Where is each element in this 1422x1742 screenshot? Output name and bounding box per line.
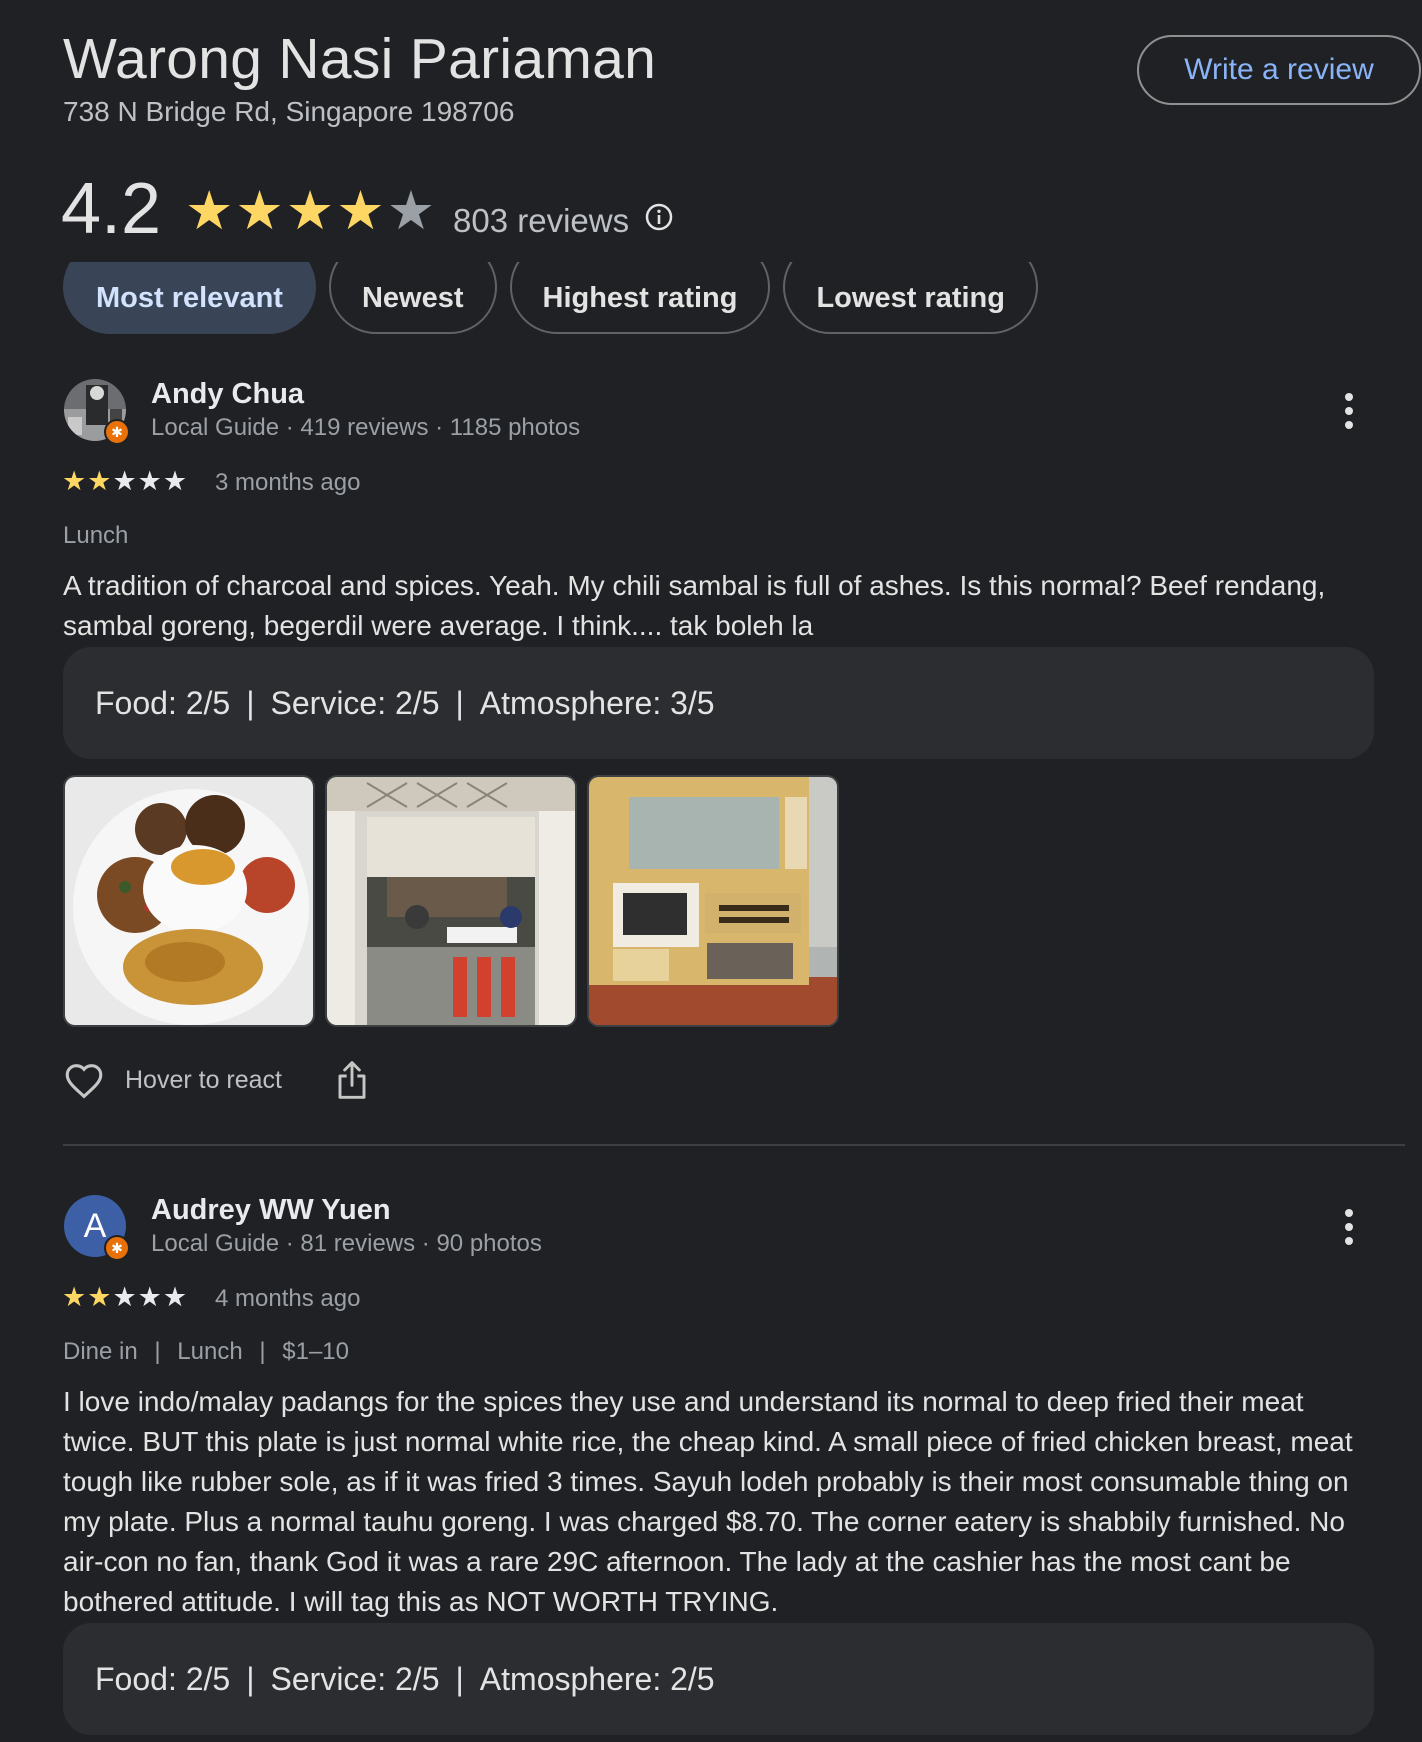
place-title: Warong Nasi Pariaman [63,27,657,91]
local-guide-badge-icon: ✱ [104,1235,130,1261]
chip-newest[interactable]: Newest [328,262,497,334]
service-rating: Service: 2/5 [270,684,440,721]
local-guide-badge-icon: ✱ [104,419,130,445]
heart-icon [65,1064,103,1099]
star-empty-icon: ★ [112,1282,137,1312]
share-icon[interactable] [336,1059,368,1101]
review-photo-food[interactable] [63,775,315,1027]
review-stars: ★ ★ ★ ★ ★ [62,468,187,495]
food-rating: Food: 2/5 [95,1660,231,1697]
separator: | [246,1660,255,1697]
avatar-letter: A [83,1206,107,1245]
separator: | [455,1660,464,1697]
review-text: A tradition of charcoal and spices. Yeah… [63,570,1326,641]
average-rating-stars: ★ ★ ★ ★ ★ [185,184,435,238]
chip-most-relevant[interactable]: Most relevant [63,262,316,334]
more-options-icon[interactable] [1344,393,1354,429]
review-divider [63,1144,1405,1146]
star-empty-icon: ★ [162,466,188,496]
tag-dine-in: Dine in [63,1338,138,1365]
star-empty-icon: ★ [386,181,436,241]
star-filled-icon: ★ [87,466,112,496]
atmosphere-rating: Atmosphere: 3/5 [479,684,715,721]
review-tags: Dine in | Lunch | $1–10 [63,1338,349,1366]
place-address: 738 N Bridge Rd, Singapore 198706 [63,96,515,127]
rating-breakdown: Food: 2/5 | Service: 2/5 | Atmosphere: 2… [63,1623,1374,1735]
reviewer-meta: Local Guide · 81 reviews · 90 photos [151,1230,542,1257]
review-photo-interior[interactable] [325,775,577,1027]
star-filled-icon: ★ [62,1282,87,1312]
separator: | [455,684,464,721]
chip-highest-rating[interactable]: Highest rating [509,262,771,334]
star-filled-icon: ★ [62,466,87,496]
more-options-icon[interactable] [1344,1209,1354,1245]
review-photo-shopfront[interactable] [587,775,839,1027]
rating-breakdown: Food: 2/5 | Service: 2/5 | Atmosphere: 3… [63,647,1374,759]
sort-chips: Most relevant Newest Highest rating Lowe… [63,262,1422,334]
star-empty-icon: ★ [112,466,137,496]
star-filled-icon: ★ [185,181,234,241]
chip-lowest-rating[interactable]: Lowest rating [783,262,1038,334]
reviewer-avatar[interactable]: A ✱ [64,1195,130,1261]
tag-price: $1–10 [282,1338,350,1365]
star-empty-icon: ★ [137,1282,162,1312]
separator: | [259,1338,266,1365]
reviewer-name[interactable]: Audrey WW Yuen [151,1194,391,1227]
separator: | [154,1338,161,1365]
average-rating: 4.2 [61,169,162,249]
reviewer-meta: Local Guide · 419 reviews · 1185 photos [151,414,581,441]
write-review-button[interactable]: Write a review [1137,35,1421,105]
react-button[interactable]: Hover to react [63,1061,282,1099]
reviewer-avatar[interactable]: ✱ [64,379,130,445]
review-tags: Lunch [63,522,129,549]
review-count: 803 reviews [453,202,630,239]
review-stars: ★ ★ ★ ★ ★ [62,1284,187,1311]
review-text: I love indo/malay padangs for the spices… [63,1386,1353,1617]
star-filled-icon: ★ [285,181,335,241]
separator: | [246,684,255,721]
star-empty-icon: ★ [162,1282,188,1312]
star-filled-icon: ★ [235,181,284,241]
review-time: 4 months ago [215,1285,361,1312]
food-rating: Food: 2/5 [95,684,231,721]
star-filled-icon: ★ [87,1282,112,1312]
star-filled-icon: ★ [336,181,385,241]
atmosphere-rating: Atmosphere: 2/5 [479,1660,715,1697]
info-icon[interactable] [645,203,673,231]
tag-meal: Lunch [177,1338,243,1365]
review-time: 3 months ago [215,469,361,496]
star-empty-icon: ★ [137,466,162,496]
react-label: Hover to react [125,1065,283,1094]
reviewer-name[interactable]: Andy Chua [151,378,304,411]
service-rating: Service: 2/5 [270,1660,440,1697]
